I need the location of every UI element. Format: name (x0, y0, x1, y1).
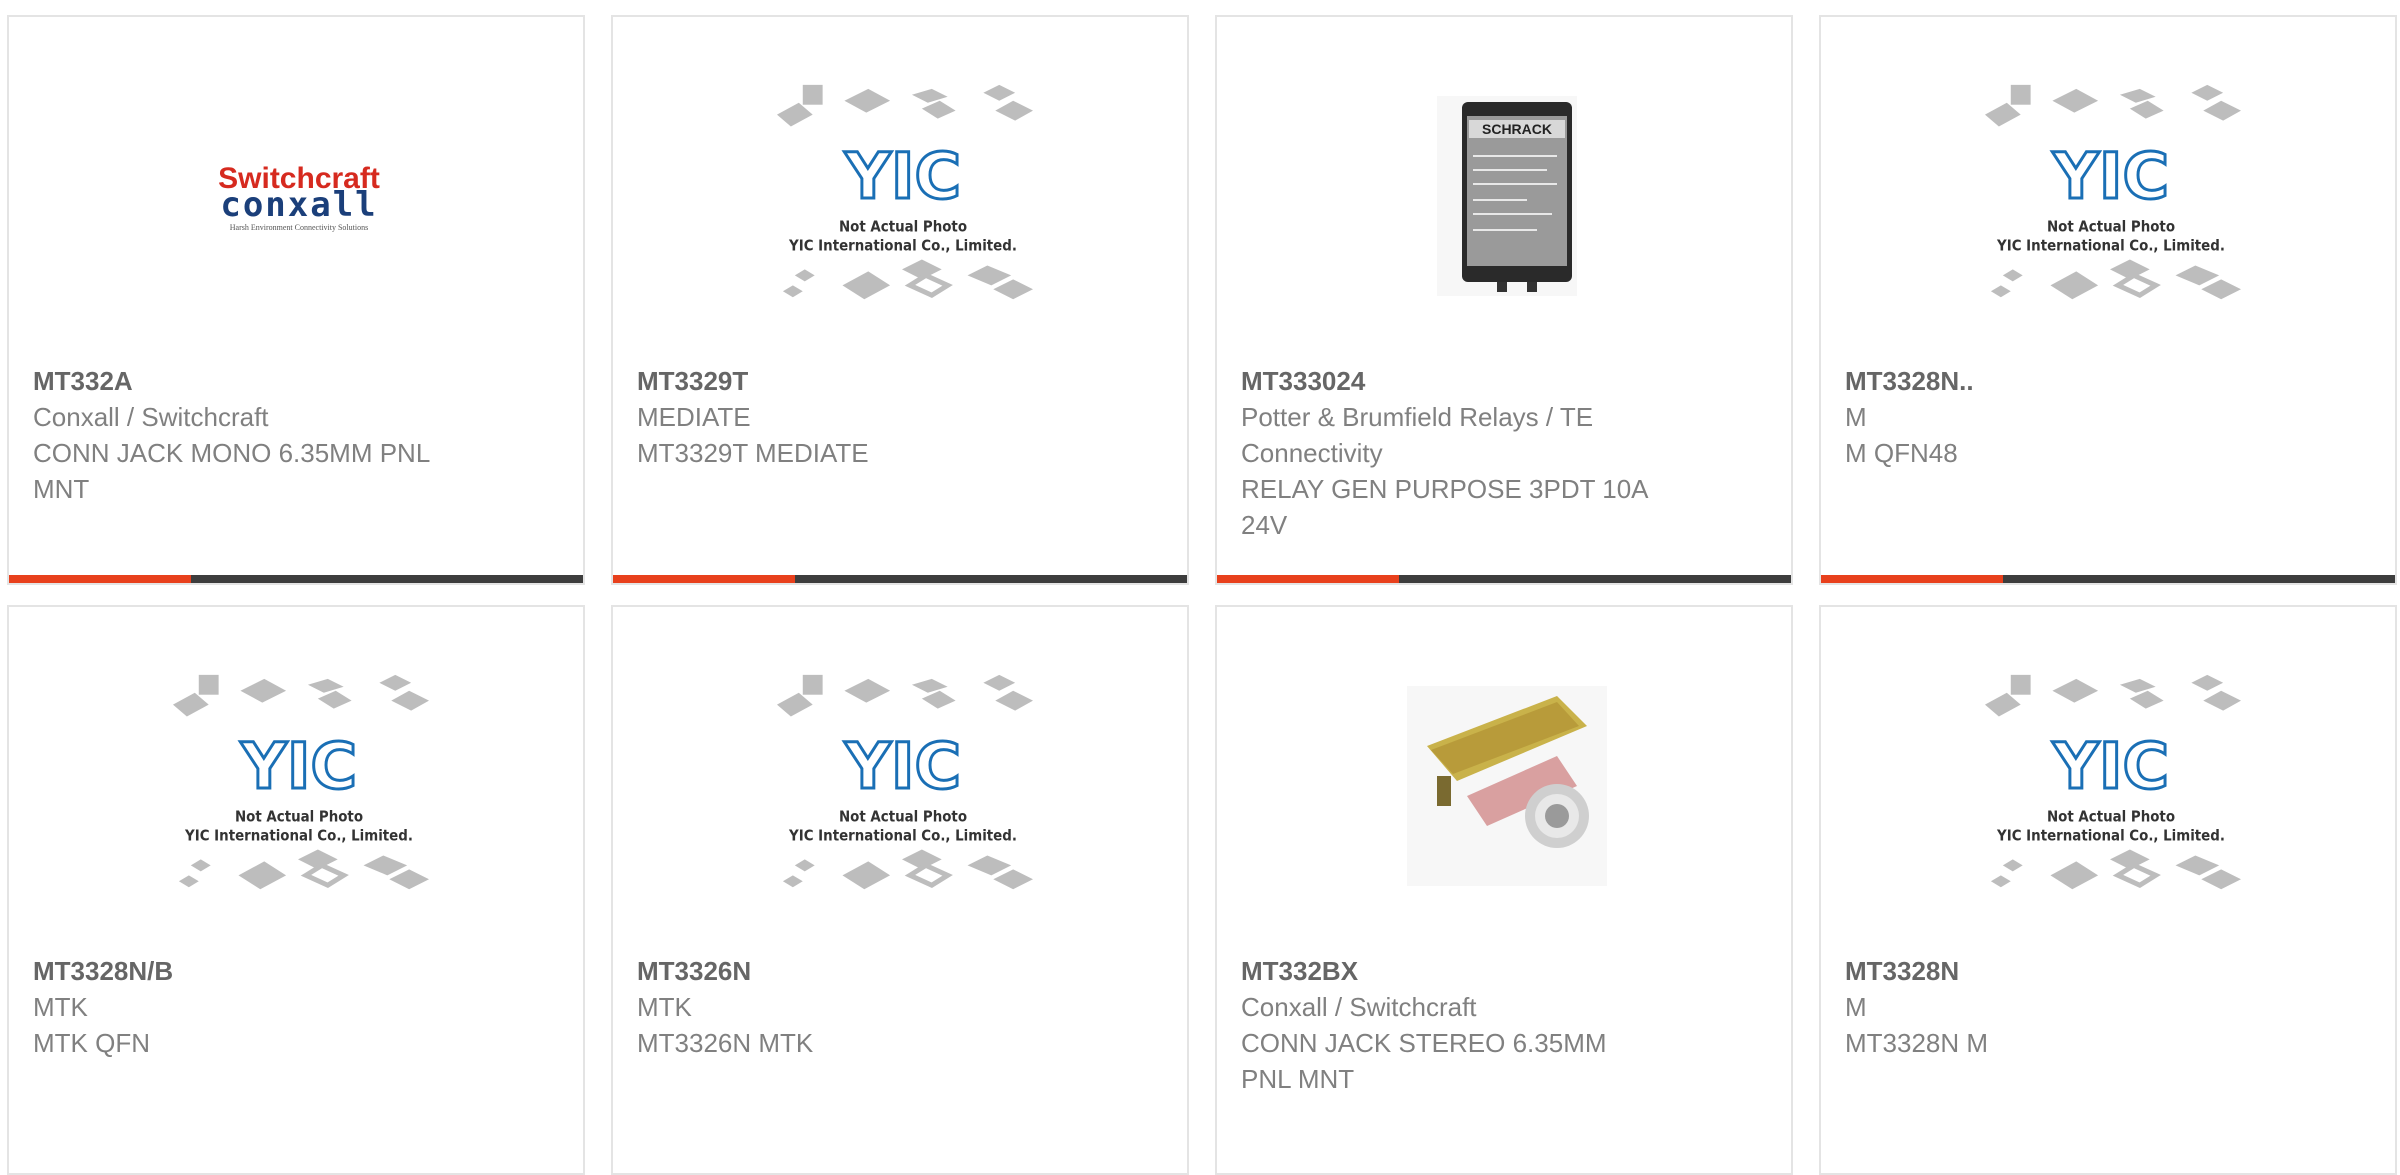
card-progress-bar (1821, 575, 2395, 583)
card-progress-bar (1217, 575, 1791, 583)
bar-accent (1821, 575, 2003, 583)
product-card[interactable]: MT332BX Conxall / Switchcraft CONN JACK … (1215, 605, 1793, 1175)
description: MT3328N M (1845, 1028, 1989, 1058)
product-info: MT3328N.. M M QFN48 (1845, 363, 2371, 471)
product-image: YIC Not Actual Photo YIC International C… (1981, 81, 2241, 311)
card-progress-bar (9, 575, 583, 583)
description: CONN JACK MONO 6.35MM PNL MNT (33, 438, 430, 504)
yic-placeholder-image: YIC Not Actual Photo YIC International C… (172, 674, 429, 890)
placeholder-line2: YIC International Co., Limited. (788, 237, 1017, 255)
product-image: YIC Not Actual Photo YIC International C… (773, 81, 1033, 311)
yic-brand: YIC (2052, 729, 2169, 803)
product-info: MT3329T MEDIATE MT3329T MEDIATE (637, 363, 1163, 471)
placeholder-line2: YIC International Co., Limited. (1996, 237, 2225, 255)
placeholder-line2: YIC International Co., Limited. (788, 827, 1017, 845)
product-info: MT3328N M MT3328N M (1845, 953, 2371, 1061)
product-image: YIC Not Actual Photo YIC International C… (773, 671, 1033, 901)
product-info: MT333024 Potter & Brumfield Relays / TE … (1241, 363, 1767, 543)
product-info: MT3326N MTK MT3326N MTK (637, 953, 1163, 1061)
product-grid: Switchcraft conxall Harsh Environment Co… (0, 0, 2400, 1175)
placeholder-line1: Not Actual Photo (2047, 218, 2175, 236)
placeholder-line1: Not Actual Photo (235, 808, 363, 826)
jack-photo (1407, 686, 1607, 886)
product-info: MT332BX Conxall / Switchcraft CONN JACK … (1241, 953, 1767, 1097)
product-card[interactable]: YIC Not Actual Photo YIC International C… (611, 605, 1189, 1175)
placeholder-line1: Not Actual Photo (839, 808, 967, 826)
placeholder-line1: Not Actual Photo (839, 218, 967, 236)
product-card[interactable]: YIC Not Actual Photo YIC International C… (7, 605, 585, 1175)
product-card[interactable]: YIC Not Actual Photo YIC International C… (1819, 15, 2397, 585)
description: RELAY GEN PURPOSE 3PDT 10A 24V (1241, 474, 1648, 540)
placeholder-line2: YIC International Co., Limited. (184, 827, 413, 845)
card-progress-bar (613, 575, 1187, 583)
manufacturer: Potter & Brumfield Relays / TE Connectiv… (1241, 402, 1594, 468)
description: MT3326N MTK (637, 1028, 814, 1058)
product-image: SCHRACK (1377, 81, 1637, 311)
yic-placeholder-image: YIC Not Actual Photo YIC International C… (1984, 674, 2241, 890)
product-card[interactable]: SCHRACK MT333024 Potter & Brumfield Rela… (1215, 15, 1793, 585)
product-image: Switchcraft conxall Harsh Environment Co… (169, 81, 429, 311)
part-number[interactable]: MT333024 (1241, 363, 1767, 399)
part-number[interactable]: MT3326N (637, 953, 1163, 989)
product-info: MT3328N/B MTK MTK QFN (33, 953, 559, 1061)
product-card[interactable]: YIC Not Actual Photo YIC International C… (1819, 605, 2397, 1175)
product-card[interactable]: Switchcraft conxall Harsh Environment Co… (7, 15, 585, 585)
switchcraft-logo: Switchcraft conxall Harsh Environment Co… (218, 162, 380, 232)
yic-placeholder-image: YIC Not Actual Photo YIC International C… (776, 674, 1033, 890)
manufacturer: Conxall / Switchcraft (1241, 992, 1477, 1022)
product-image: YIC Not Actual Photo YIC International C… (1981, 671, 2241, 901)
logo-bottom-text: conxall (220, 185, 377, 225)
product-card[interactable]: YIC Not Actual Photo YIC International C… (611, 15, 1189, 585)
part-number[interactable]: MT3329T (637, 363, 1163, 399)
yic-placeholder-image: YIC Not Actual Photo YIC International C… (1984, 84, 2241, 300)
yic-placeholder-image: YIC Not Actual Photo YIC International C… (776, 84, 1033, 300)
placeholder-line1: Not Actual Photo (2047, 808, 2175, 826)
description: MTK QFN (33, 1028, 150, 1058)
manufacturer: MEDIATE (637, 402, 751, 432)
manufacturer: M (1845, 402, 1867, 432)
manufacturer: MTK (33, 992, 88, 1022)
logo-tagline: Harsh Environment Connectivity Solutions (230, 223, 368, 232)
part-number[interactable]: MT3328N.. (1845, 363, 2371, 399)
yic-brand: YIC (844, 139, 961, 213)
manufacturer: Conxall / Switchcraft (33, 402, 269, 432)
product-image (1377, 671, 1637, 901)
placeholder-line2: YIC International Co., Limited. (1996, 827, 2225, 845)
bar-accent (9, 575, 191, 583)
description: MT3329T MEDIATE (637, 438, 869, 468)
manufacturer: MTK (637, 992, 692, 1022)
part-number[interactable]: MT332A (33, 363, 559, 399)
relay-label: SCHRACK (1482, 121, 1552, 137)
yic-brand: YIC (240, 729, 357, 803)
product-image: YIC Not Actual Photo YIC International C… (169, 671, 429, 901)
part-number[interactable]: MT3328N/B (33, 953, 559, 989)
manufacturer: M (1845, 992, 1867, 1022)
relay-photo: SCHRACK (1437, 96, 1577, 296)
description: M QFN48 (1845, 438, 1958, 468)
part-number[interactable]: MT3328N (1845, 953, 2371, 989)
yic-brand: YIC (2052, 139, 2169, 213)
description: CONN JACK STEREO 6.35MM PNL MNT (1241, 1028, 1607, 1094)
bar-accent (613, 575, 795, 583)
part-number[interactable]: MT332BX (1241, 953, 1767, 989)
product-info: MT332A Conxall / Switchcraft CONN JACK M… (33, 363, 559, 507)
bar-accent (1217, 575, 1399, 583)
yic-brand: YIC (844, 729, 961, 803)
